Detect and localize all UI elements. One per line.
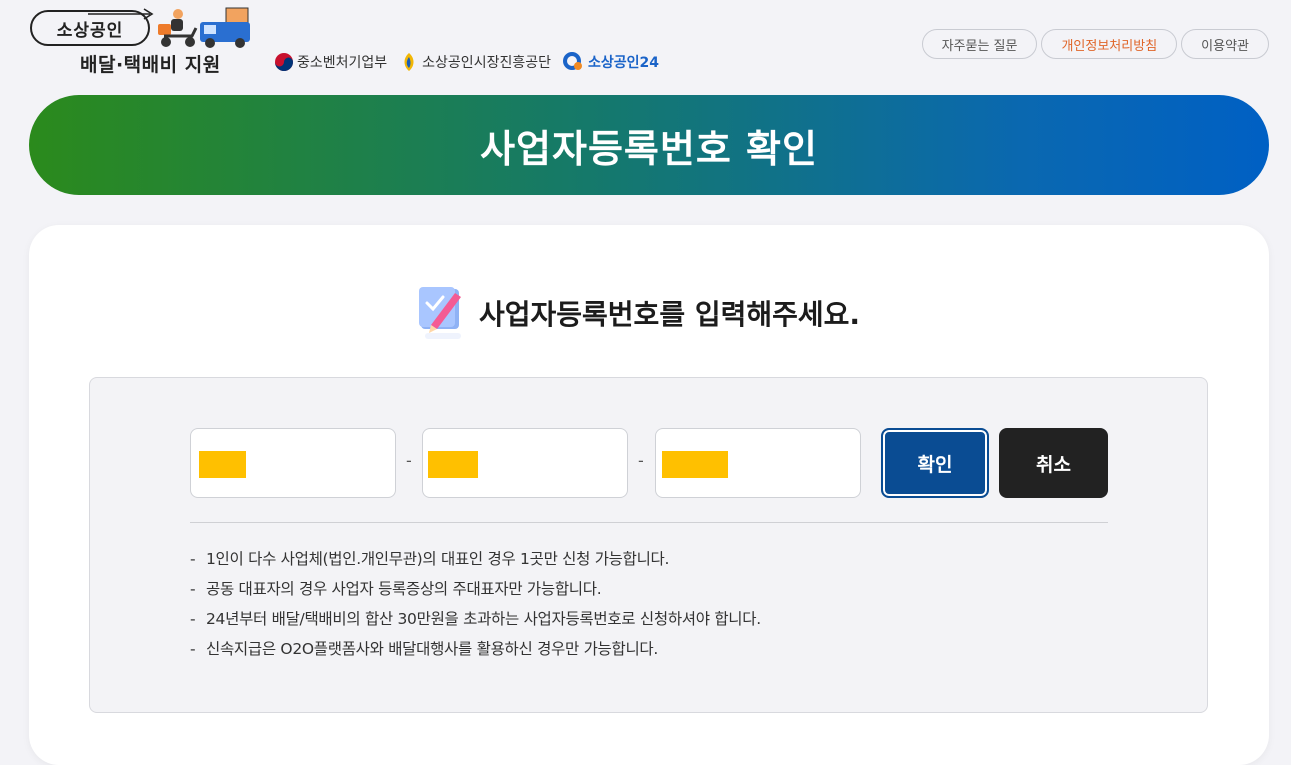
separator: - bbox=[638, 451, 644, 470]
bizno-part1-input[interactable] bbox=[190, 428, 396, 498]
cancel-button[interactable]: 취소 bbox=[999, 428, 1108, 498]
redacted-value bbox=[199, 451, 246, 478]
site-logo[interactable]: 소상공인 배달·택배비 지원 bbox=[28, 6, 263, 78]
bullet-marker: - bbox=[190, 550, 196, 568]
org-semas-label: 소상공인시장진흥공단 bbox=[422, 55, 551, 71]
page-banner: 사업자등록번호 확인 bbox=[29, 95, 1269, 195]
bullet-marker: - bbox=[190, 610, 196, 628]
notice-text: 1인이 다수 사업체(법인.개인무관)의 대표인 경우 1곳만 신청 가능합니다… bbox=[206, 550, 670, 568]
sosang24-icon bbox=[562, 52, 582, 70]
pen-checklist-icon bbox=[419, 287, 461, 339]
page-title: 사업자등록번호 확인 bbox=[480, 126, 818, 171]
bullet-marker: - bbox=[190, 640, 196, 658]
notice-text: 24년부터 배달/택배비의 합산 30만원을 초과하는 사업자등록번호로 신청하… bbox=[206, 610, 761, 628]
org-mss-label: 중소벤처기업부 bbox=[297, 55, 388, 71]
top-links: 자주묻는 질문 개인정보처리방침 이용약관 bbox=[921, 29, 1269, 59]
semas-emblem-icon bbox=[404, 53, 414, 71]
list-item: - 신속지급은 O2O플랫폼사와 배달대행사를 활용하신 경우만 가능합니다. bbox=[190, 634, 761, 664]
form-prompt-text: 사업자등록번호를 입력해주세요. bbox=[479, 298, 861, 331]
org-semas[interactable]: 소상공인시장진흥공단 bbox=[399, 52, 551, 72]
redacted-value bbox=[662, 451, 728, 478]
bullet-marker: - bbox=[190, 580, 196, 598]
logo-arrow-icon bbox=[88, 8, 154, 20]
confirm-button[interactable]: 확인 bbox=[881, 428, 989, 498]
org-sosang24[interactable]: 소상공인24 bbox=[562, 52, 659, 72]
form-prompt: 사업자등록번호를 입력해주세요. bbox=[415, 283, 860, 343]
main-card: 사업자등록번호를 입력해주세요. - - 확인 취소 -1인이 다수 사업체(법… bbox=[29, 225, 1269, 765]
partner-orgs: 중소벤처기업부 소상공인시장진흥공단 소상공인24 bbox=[274, 52, 659, 72]
bizno-part3-input[interactable] bbox=[655, 428, 861, 498]
list-item: -1인이 다수 사업체(법인.개인무관)의 대표인 경우 1곳만 신청 가능합니… bbox=[190, 544, 761, 574]
redacted-value bbox=[428, 451, 478, 478]
terms-link[interactable]: 이용약관 bbox=[1181, 29, 1269, 59]
list-item: -24년부터 배달/택배비의 합산 30만원을 초과하는 사업자등록번호로 신청… bbox=[190, 604, 761, 634]
taegeuk-emblem-icon bbox=[275, 53, 293, 71]
notice-text: 공동 대표자의 경우 사업자 등록증상의 주대표자만 가능합니다. bbox=[206, 580, 602, 598]
faq-link[interactable]: 자주묻는 질문 bbox=[921, 29, 1038, 59]
privacy-policy-link[interactable]: 개인정보처리방침 bbox=[1041, 29, 1178, 59]
notice-text: 신속지급은 O2O플랫폼사와 배달대행사를 활용하신 경우만 가능합니다. bbox=[206, 640, 659, 658]
bizno-part2-input[interactable] bbox=[422, 428, 628, 498]
input-panel: - - 확인 취소 -1인이 다수 사업체(법인.개인무관)의 대표인 경우 1… bbox=[89, 377, 1208, 713]
separator: - bbox=[406, 451, 412, 470]
org-sosang24-label: 소상공인24 bbox=[587, 55, 659, 71]
org-mss[interactable]: 중소벤처기업부 bbox=[274, 52, 387, 72]
notice-list: -1인이 다수 사업체(법인.개인무관)의 대표인 경우 1곳만 신청 가능합니… bbox=[190, 544, 761, 664]
list-item: - 공동 대표자의 경우 사업자 등록증상의 주대표자만 가능합니다. bbox=[190, 574, 761, 604]
delivery-truck-icon bbox=[158, 7, 250, 48]
logo-subtitle: 배달·택배비 지원 bbox=[80, 54, 221, 76]
divider bbox=[190, 522, 1108, 523]
